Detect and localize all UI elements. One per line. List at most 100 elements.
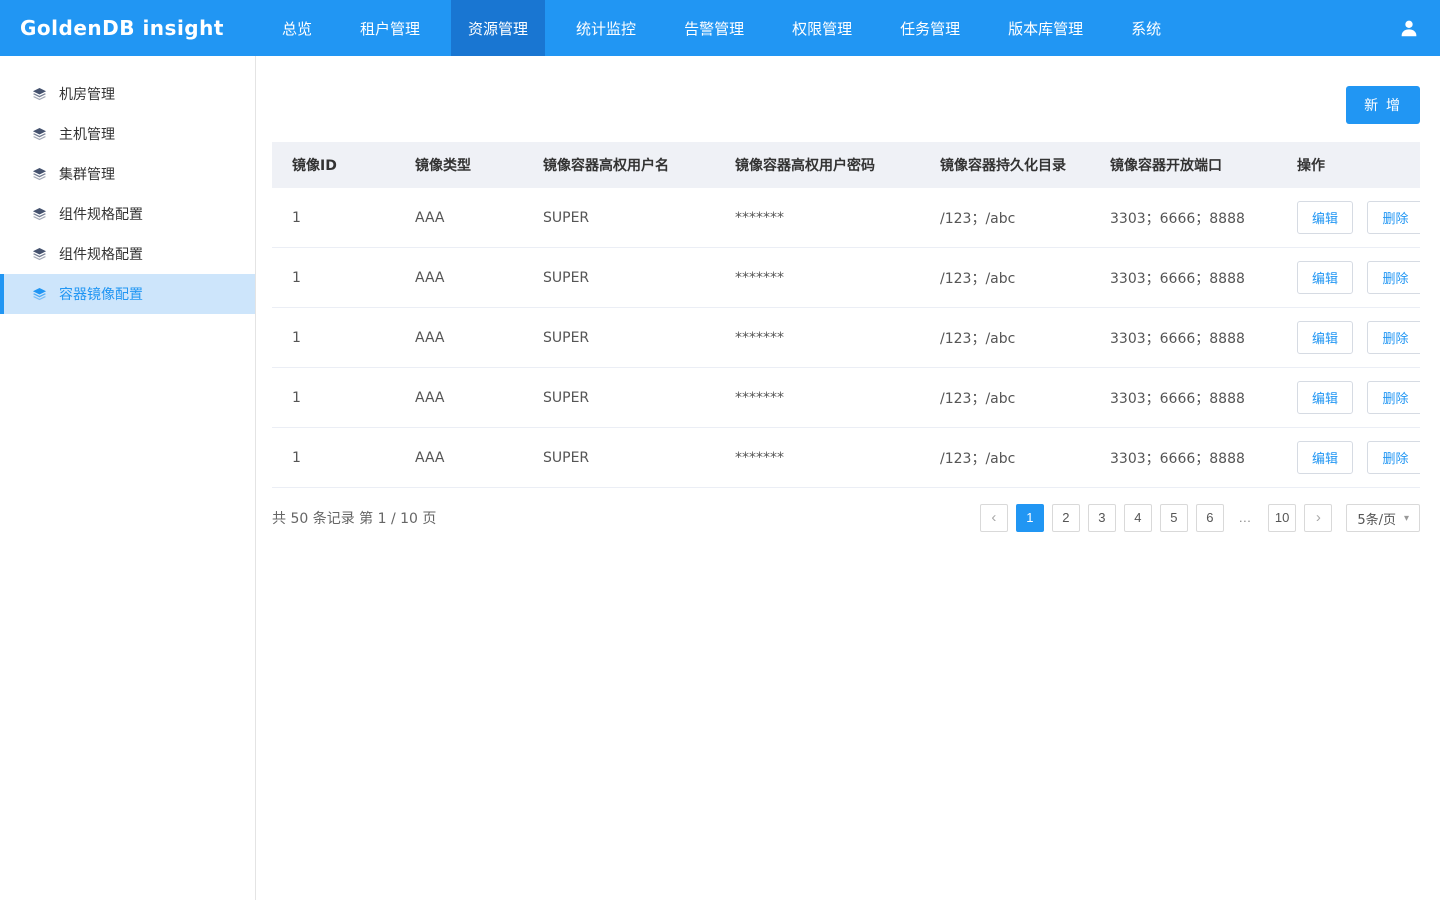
col-header-actions: 操作 bbox=[1277, 142, 1420, 188]
cell-image-type: AAA bbox=[395, 188, 523, 248]
edit-button[interactable]: 编辑 bbox=[1297, 321, 1354, 354]
sidebar-item-label: 集群管理 bbox=[59, 167, 115, 183]
layers-icon bbox=[32, 127, 47, 142]
edit-button[interactable]: 编辑 bbox=[1297, 441, 1354, 474]
cell-ports: 3303；6666；8888 bbox=[1090, 307, 1277, 368]
nav-item-resource-mgmt[interactable]: 资源管理 bbox=[451, 0, 546, 56]
pagination: ‹ 1 2 3 4 5 6 … 10 › 5条/页 ▾ bbox=[979, 504, 1420, 532]
next-page-button[interactable]: › bbox=[1304, 504, 1333, 532]
nav-item-overview[interactable]: 总览 bbox=[265, 0, 329, 56]
layers-icon bbox=[32, 247, 47, 262]
page-size-value: 5条/页 bbox=[1357, 512, 1396, 528]
cell-image-id: 1 bbox=[272, 367, 395, 428]
page-button-4[interactable]: 4 bbox=[1123, 504, 1152, 532]
app-logo: GoldenDB insight bbox=[20, 16, 224, 40]
prev-page-button[interactable]: ‹ bbox=[979, 504, 1008, 532]
sidebar-item-machine-room-mgmt[interactable]: 机房管理 bbox=[0, 74, 255, 114]
page-button-6[interactable]: 6 bbox=[1195, 504, 1224, 532]
sidebar-item-label: 组件规格配置 bbox=[59, 207, 143, 223]
col-header-image-type: 镜像类型 bbox=[395, 142, 523, 188]
header-row: 镜像ID 镜像类型 镜像容器高权用户名 镜像容器高权用户密码 镜像容器持久化目录… bbox=[272, 142, 1420, 188]
cell-username: SUPER bbox=[523, 427, 715, 488]
cell-password: ******* bbox=[715, 247, 920, 308]
top-bar: GoldenDB insight 总览 租户管理 资源管理 统计监控 告警管理 … bbox=[0, 0, 1440, 56]
nav-item-alarm-mgmt[interactable]: 告警管理 bbox=[667, 0, 761, 56]
cell-image-type: AAA bbox=[395, 247, 523, 308]
nav-item-stats-monitor[interactable]: 统计监控 bbox=[559, 0, 653, 56]
col-header-image-id: 镜像ID bbox=[272, 142, 395, 188]
cell-password: ******* bbox=[715, 427, 920, 488]
cell-ports: 3303；6666；8888 bbox=[1090, 247, 1277, 308]
add-button[interactable]: 新 增 bbox=[1346, 86, 1420, 124]
cell-username: SUPER bbox=[523, 307, 715, 368]
user-avatar-icon[interactable] bbox=[1396, 15, 1422, 41]
layers-icon bbox=[32, 287, 47, 302]
sidebar-item-container-image-config[interactable]: 容器镜像配置 bbox=[0, 274, 255, 314]
delete-button[interactable]: 删除 bbox=[1367, 381, 1420, 414]
main-nav: 总览 租户管理 资源管理 统计监控 告警管理 权限管理 任务管理 版本库管理 系… bbox=[265, 0, 1178, 56]
page-ellipsis[interactable]: … bbox=[1232, 504, 1260, 532]
table-row: 1 AAA SUPER ******* /123；/abc 3303；6666；… bbox=[272, 307, 1420, 368]
table-row: 1 AAA SUPER ******* /123；/abc 3303；6666；… bbox=[272, 247, 1420, 308]
page-button-2[interactable]: 2 bbox=[1051, 504, 1080, 532]
cell-persist-dir: /123；/abc bbox=[920, 188, 1090, 248]
page-layout: 机房管理 主机管理 集群管理 组件规格配置 组件规格配置 容器镜像配置 新 增 … bbox=[0, 56, 1440, 900]
table-row: 1 AAA SUPER ******* /123；/abc 3303；6666；… bbox=[272, 188, 1420, 248]
nav-item-system[interactable]: 系统 bbox=[1114, 0, 1178, 56]
cell-persist-dir: /123；/abc bbox=[920, 247, 1090, 308]
col-header-username: 镜像容器高权用户名 bbox=[523, 142, 715, 188]
sidebar-item-label: 容器镜像配置 bbox=[59, 287, 143, 303]
table-row: 1 AAA SUPER ******* /123；/abc 3303；6666；… bbox=[272, 427, 1420, 488]
cell-actions: 编辑 删除 bbox=[1277, 247, 1420, 308]
sidebar-item-label: 机房管理 bbox=[59, 87, 115, 103]
nav-item-permission-mgmt[interactable]: 权限管理 bbox=[775, 0, 869, 56]
cell-image-id: 1 bbox=[272, 247, 395, 308]
chevron-down-icon: ▾ bbox=[1403, 512, 1409, 524]
delete-button[interactable]: 删除 bbox=[1367, 261, 1420, 294]
cell-password: ******* bbox=[715, 367, 920, 428]
page-button-1[interactable]: 1 bbox=[1015, 504, 1044, 532]
sidebar-item-component-spec-config-1[interactable]: 组件规格配置 bbox=[0, 194, 255, 234]
cell-image-id: 1 bbox=[272, 188, 395, 248]
cell-image-id: 1 bbox=[272, 307, 395, 368]
cell-image-id: 1 bbox=[272, 427, 395, 488]
nav-item-repo-mgmt[interactable]: 版本库管理 bbox=[991, 0, 1100, 56]
page-button-5[interactable]: 5 bbox=[1159, 504, 1188, 532]
table-row: 1 AAA SUPER ******* /123；/abc 3303；6666；… bbox=[272, 367, 1420, 428]
main-content: 新 增 镜像ID 镜像类型 镜像容器高权用户名 镜像容器高权用户密码 镜像容器持… bbox=[256, 56, 1440, 900]
table-body: 1 AAA SUPER ******* /123；/abc 3303；6666；… bbox=[272, 188, 1420, 488]
cell-password: ******* bbox=[715, 307, 920, 368]
table-header: 镜像ID 镜像类型 镜像容器高权用户名 镜像容器高权用户密码 镜像容器持久化目录… bbox=[272, 142, 1420, 188]
cell-password: ******* bbox=[715, 188, 920, 248]
table-footer: 共 50 条记录 第 1 / 10 页 ‹ 1 2 3 4 5 6 … 10 ›… bbox=[272, 504, 1420, 532]
cell-persist-dir: /123；/abc bbox=[920, 427, 1090, 488]
sidebar-item-label: 主机管理 bbox=[59, 127, 115, 143]
nav-item-task-mgmt[interactable]: 任务管理 bbox=[883, 0, 977, 56]
toolbar: 新 增 bbox=[272, 86, 1420, 124]
edit-button[interactable]: 编辑 bbox=[1297, 201, 1354, 234]
cell-ports: 3303；6666；8888 bbox=[1090, 188, 1277, 248]
topbar-right bbox=[1396, 15, 1440, 41]
delete-button[interactable]: 删除 bbox=[1367, 201, 1420, 234]
edit-button[interactable]: 编辑 bbox=[1297, 261, 1354, 294]
layers-icon bbox=[32, 207, 47, 222]
cell-ports: 3303；6666；8888 bbox=[1090, 427, 1277, 488]
cell-actions: 编辑 删除 bbox=[1277, 427, 1420, 488]
sidebar-item-host-mgmt[interactable]: 主机管理 bbox=[0, 114, 255, 154]
record-summary: 共 50 条记录 第 1 / 10 页 bbox=[272, 511, 437, 527]
page-button-3[interactable]: 3 bbox=[1087, 504, 1116, 532]
cell-username: SUPER bbox=[523, 367, 715, 428]
cell-image-type: AAA bbox=[395, 427, 523, 488]
sidebar-item-component-spec-config-2[interactable]: 组件规格配置 bbox=[0, 234, 255, 274]
cell-image-type: AAA bbox=[395, 307, 523, 368]
page-size-select[interactable]: 5条/页 ▾ bbox=[1346, 504, 1420, 532]
nav-item-tenant-mgmt[interactable]: 租户管理 bbox=[343, 0, 437, 56]
edit-button[interactable]: 编辑 bbox=[1297, 381, 1354, 414]
col-header-persist-dir: 镜像容器持久化目录 bbox=[920, 142, 1090, 188]
layers-icon bbox=[32, 87, 47, 102]
sidebar-item-cluster-mgmt[interactable]: 集群管理 bbox=[0, 154, 255, 194]
delete-button[interactable]: 删除 bbox=[1367, 321, 1420, 354]
delete-button[interactable]: 删除 bbox=[1367, 441, 1420, 474]
page-button-10[interactable]: 10 bbox=[1267, 504, 1297, 532]
image-config-table: 镜像ID 镜像类型 镜像容器高权用户名 镜像容器高权用户密码 镜像容器持久化目录… bbox=[272, 142, 1420, 488]
